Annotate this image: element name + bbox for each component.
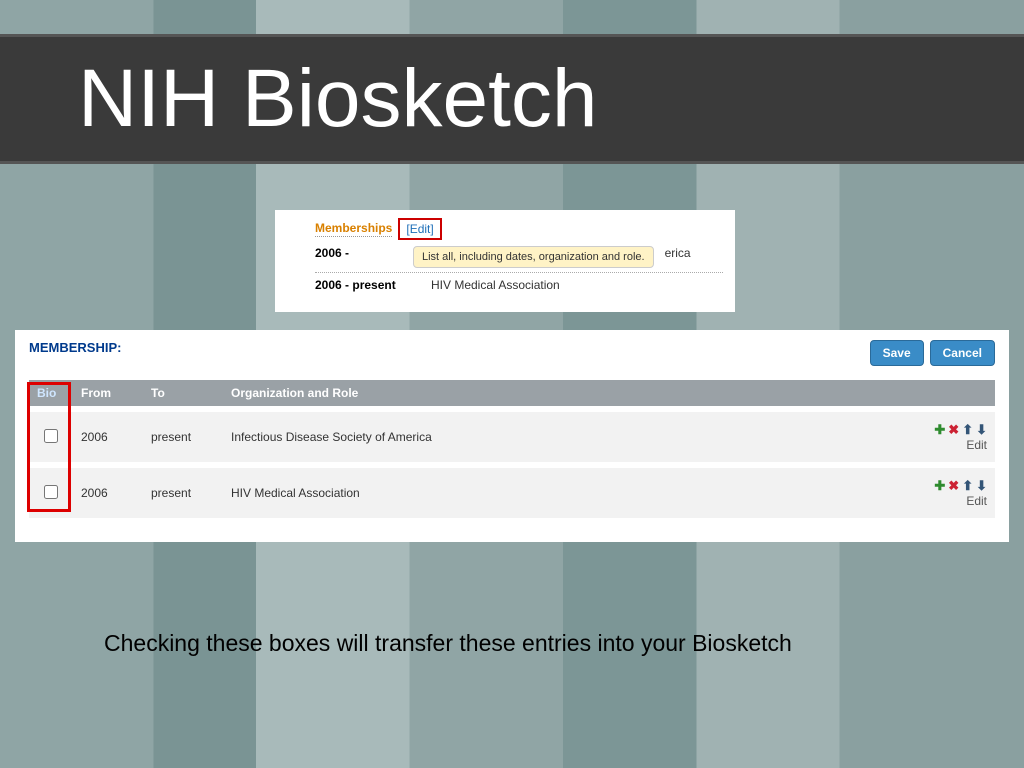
delete-icon[interactable]: ✖ [948, 422, 959, 438]
up-icon[interactable]: ⬆ [962, 478, 973, 494]
cell-org: HIV Medical Association [223, 468, 897, 518]
row-actions: ✚ ✖ ⬆ ⬇ [934, 422, 987, 438]
row-actions: ✚ ✖ ⬆ ⬇ [934, 478, 987, 494]
membership-edit-panel: MEMBERSHIP: Save Cancel Bio From To Orga… [15, 330, 1009, 542]
col-from: From [73, 380, 143, 406]
down-icon[interactable]: ⬇ [976, 478, 987, 494]
save-button[interactable]: Save [870, 340, 924, 366]
row-org: HIV Medical Association [431, 278, 560, 292]
edit-row-link[interactable]: Edit [905, 438, 987, 452]
col-to: To [143, 380, 223, 406]
bio-checkbox[interactable] [44, 429, 58, 443]
row-dates: 2006 - present [315, 278, 421, 292]
row-dates: 2006 - [315, 246, 403, 260]
col-bio: Bio [29, 380, 73, 406]
col-actions [897, 380, 995, 406]
up-icon[interactable]: ⬆ [962, 422, 973, 438]
cancel-button[interactable]: Cancel [930, 340, 995, 366]
cell-from: 2006 [73, 468, 143, 518]
tooltip: List all, including dates, organization … [413, 246, 654, 268]
bio-checkbox[interactable] [44, 485, 58, 499]
delete-icon[interactable]: ✖ [948, 478, 959, 494]
caption-text: Checking these boxes will transfer these… [104, 630, 964, 657]
row-org-partial: erica [665, 246, 691, 260]
edit-row-link[interactable]: Edit [905, 494, 987, 508]
memberships-preview-panel: Memberships [Edit] 2006 - List all, incl… [275, 210, 735, 312]
cell-org: Infectious Disease Society of America [223, 412, 897, 462]
edit-link[interactable]: [Edit] [398, 218, 441, 240]
add-icon[interactable]: ✚ [934, 478, 945, 494]
col-org: Organization and Role [223, 380, 897, 406]
cell-from: 2006 [73, 412, 143, 462]
membership-table: Bio From To Organization and Role 2006 p… [29, 374, 995, 524]
memberships-heading: Memberships [315, 221, 392, 237]
down-icon[interactable]: ⬇ [976, 422, 987, 438]
cell-to: present [143, 412, 223, 462]
table-header-row: Bio From To Organization and Role [29, 380, 995, 406]
table-row: 2006 present Infectious Disease Society … [29, 412, 995, 462]
add-icon[interactable]: ✚ [934, 422, 945, 438]
membership-heading: MEMBERSHIP: [29, 340, 121, 355]
table-row: 2006 present HIV Medical Association ✚ ✖… [29, 468, 995, 518]
divider [315, 272, 723, 273]
cell-to: present [143, 468, 223, 518]
title-bar: NIH Biosketch [0, 34, 1024, 164]
page-title: NIH Biosketch [78, 52, 598, 146]
